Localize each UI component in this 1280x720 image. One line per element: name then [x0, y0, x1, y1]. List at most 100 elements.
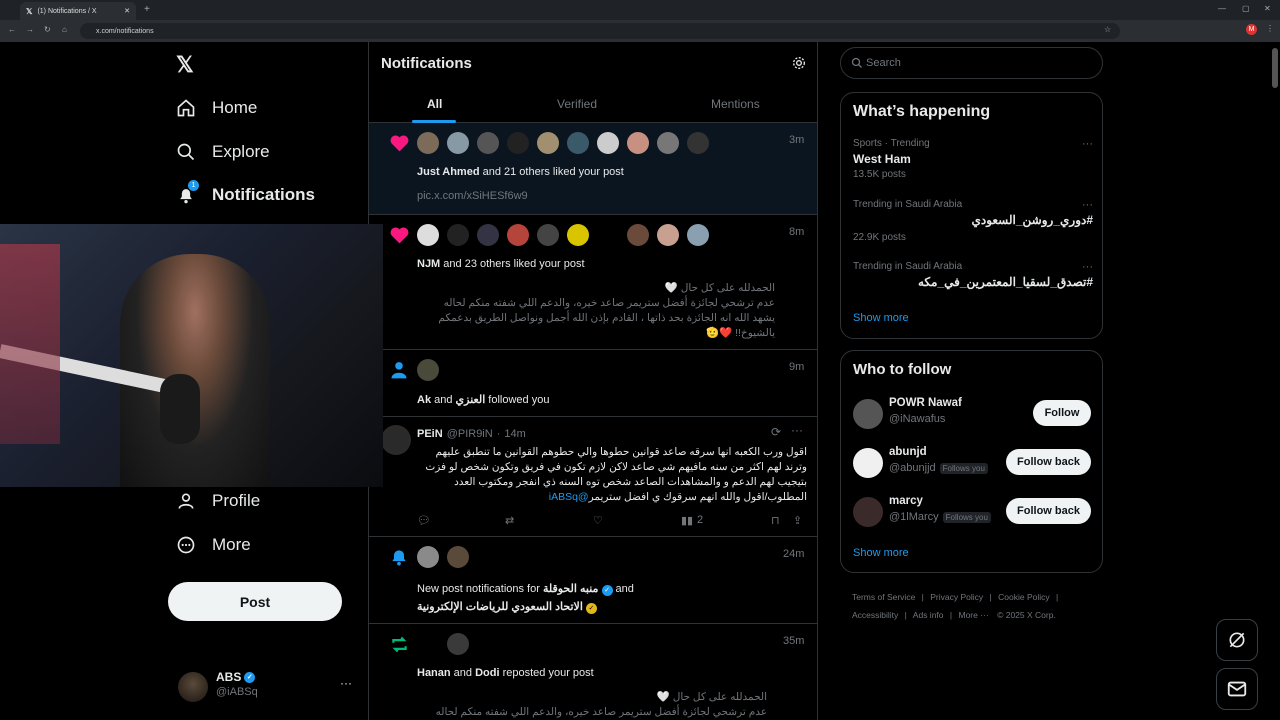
follow-button[interactable]: Follow	[1033, 400, 1091, 426]
notification-repost[interactable]: 35m Hanan and Dodi reposted your post ال…	[369, 624, 817, 720]
post-more-icon[interactable]: ···	[791, 423, 803, 437]
footer-link[interactable]: Accessibility	[852, 610, 898, 620]
show-more-link[interactable]: Show more	[853, 312, 909, 324]
footer-link[interactable]: More ···	[958, 610, 988, 620]
reload-icon[interactable]: ↻	[44, 25, 51, 34]
avatar[interactable]	[477, 132, 499, 154]
actor-name[interactable]: NJM	[417, 258, 440, 270]
avatar[interactable]	[507, 132, 529, 154]
tab-verified[interactable]: Verified	[557, 97, 597, 111]
notification-follow[interactable]: 9m Ak and العنزي followed you	[369, 350, 817, 417]
footer-link[interactable]: Cookie Policy	[998, 592, 1050, 602]
sidebar-item-notifications[interactable]: 1 Notifications	[176, 180, 315, 205]
sidebar-item-explore[interactable]: Explore	[176, 142, 270, 162]
trend-item[interactable]: Trending in Saudi Arabia #دوري_روشن_السع…	[853, 199, 1093, 243]
maximize-icon[interactable]: ▢	[1242, 4, 1250, 13]
follow-back-button[interactable]: Follow back	[1006, 449, 1091, 475]
search-input[interactable]: Search	[840, 47, 1103, 79]
post-button[interactable]: Post	[168, 582, 342, 621]
sidebar-item-profile[interactable]: Profile	[176, 491, 260, 511]
tab-all[interactable]: All	[427, 97, 442, 111]
views-icon[interactable]: ▮▮	[681, 514, 693, 527]
avatar[interactable]	[567, 224, 589, 246]
follow-suggestion[interactable]: marcy @1lMarcy Follows you Follow back	[853, 493, 1093, 533]
avatar[interactable]	[447, 132, 469, 154]
new-tab-button[interactable]: +	[144, 4, 150, 15]
avatar[interactable]	[417, 132, 439, 154]
minimize-icon[interactable]: —	[1218, 4, 1226, 13]
quoted-post[interactable]: الحمدلله على كل حال 🤍 عدم ترشحي لجائزة أ…	[417, 281, 775, 341]
sidebar-item-home[interactable]: Home	[176, 98, 257, 118]
actor-name[interactable]: منبه الحوقلة	[543, 583, 598, 595]
footer-link[interactable]: Privacy Policy	[930, 592, 983, 602]
avatar[interactable]	[447, 224, 469, 246]
avatar[interactable]	[567, 132, 589, 154]
tab-mentions[interactable]: Mentions	[711, 97, 760, 111]
x-logo-icon[interactable]: 𝕏	[176, 52, 194, 78]
grok-button[interactable]	[1216, 619, 1258, 661]
avatar[interactable]	[537, 224, 559, 246]
avatar[interactable]	[507, 224, 529, 246]
avatar[interactable]	[447, 633, 469, 655]
avatar[interactable]	[627, 224, 649, 246]
avatar[interactable]	[627, 132, 649, 154]
browser-menu-icon[interactable]: ⋮	[1266, 24, 1274, 33]
page-scrollbar[interactable]	[1272, 48, 1278, 88]
author-name[interactable]: PEiN	[417, 428, 443, 440]
follow-back-button[interactable]: Follow back	[1006, 498, 1091, 524]
follow-suggestion[interactable]: abunjd @abunjjd Follows you Follow back	[853, 444, 1093, 484]
grok-icon[interactable]: ⟳	[771, 425, 781, 439]
browser-tab[interactable]: 𝕏 (1) Notifications / X ✕	[20, 2, 136, 20]
trend-item[interactable]: Trending in Saudi Arabia #تصدق_لسقيا_الم…	[853, 261, 1093, 289]
reply-icon[interactable]: 💬︎	[417, 514, 431, 527]
trend-more-icon[interactable]: ···	[1082, 138, 1093, 150]
mention-link[interactable]: @iABSq	[549, 491, 589, 503]
actor-name[interactable]: Just Ahmed	[417, 166, 480, 178]
url-input[interactable]: x.com/notifications	[80, 23, 1120, 39]
avatar[interactable]	[687, 132, 709, 154]
quoted-post[interactable]: الحمدلله على كل حال 🤍 عدم ترشحي لجائزة أ…	[417, 690, 767, 720]
account-switcher[interactable]: ABS ✓ @iABSq ···	[176, 668, 360, 704]
trend-more-icon[interactable]: ···	[1082, 199, 1093, 211]
avatar[interactable]	[477, 224, 499, 246]
sidebar-item-more[interactable]: More	[176, 535, 251, 555]
avatar[interactable]	[537, 132, 559, 154]
repost-icon[interactable]: ⇄	[505, 514, 514, 527]
actor-name[interactable]: العنزي	[456, 394, 486, 406]
actor-name[interactable]: Hanan	[417, 667, 451, 679]
avatar[interactable]	[381, 425, 411, 455]
home-browser-icon[interactable]: ⌂	[62, 25, 67, 34]
footer-link[interactable]: Ads info	[913, 610, 944, 620]
avatar[interactable]	[417, 546, 439, 568]
back-icon[interactable]: ←	[8, 25, 16, 34]
close-window-icon[interactable]: ✕	[1264, 4, 1271, 13]
account-more-icon[interactable]: ···	[340, 676, 352, 690]
avatar[interactable]	[447, 546, 469, 568]
notification-post-alert[interactable]: 24m New post notifications for منبه الحو…	[369, 537, 817, 624]
notification-like[interactable]: 3m Just Ahmed and 21 others liked your p…	[369, 123, 817, 215]
trend-more-icon[interactable]: ···	[1082, 261, 1093, 273]
trend-item[interactable]: Sports · Trending West Ham 13.5K posts ·…	[853, 138, 1093, 180]
avatar[interactable]	[657, 132, 679, 154]
notification-reply[interactable]: PEiN @PIR9iN · 14m ⟳ ··· اقول ورب الكعبه…	[369, 417, 817, 537]
bookmark-star-icon[interactable]: ☆	[1104, 25, 1111, 34]
actor-name[interactable]: Dodi	[475, 667, 499, 679]
footer-link[interactable]: Terms of Service	[852, 592, 915, 602]
post-link[interactable]: pic.x.com/xSiHESf6w9	[417, 190, 528, 202]
profile-avatar-icon[interactable]: M	[1246, 24, 1257, 35]
author-handle[interactable]: @PIR9iN	[447, 428, 493, 440]
avatar[interactable]	[597, 132, 619, 154]
notification-like[interactable]: 8m NJM and 23 others liked your post الح…	[369, 215, 817, 350]
bookmark-icon[interactable]: ⊓	[771, 514, 780, 527]
avatar[interactable]	[687, 224, 709, 246]
avatar[interactable]	[417, 224, 439, 246]
share-icon[interactable]: ⇪	[793, 514, 802, 527]
follow-suggestion[interactable]: POWR Nawaf @iNawafus Follow	[853, 395, 1093, 435]
messages-button[interactable]	[1216, 668, 1258, 710]
actor-name[interactable]: Ak	[417, 394, 431, 406]
avatar[interactable]	[417, 359, 439, 381]
actor-name[interactable]: الاتحاد السعودي للرياضات الإلكترونية	[417, 601, 583, 613]
show-more-link[interactable]: Show more	[853, 547, 909, 559]
gear-icon[interactable]	[791, 55, 807, 71]
forward-icon[interactable]: →	[26, 25, 34, 34]
